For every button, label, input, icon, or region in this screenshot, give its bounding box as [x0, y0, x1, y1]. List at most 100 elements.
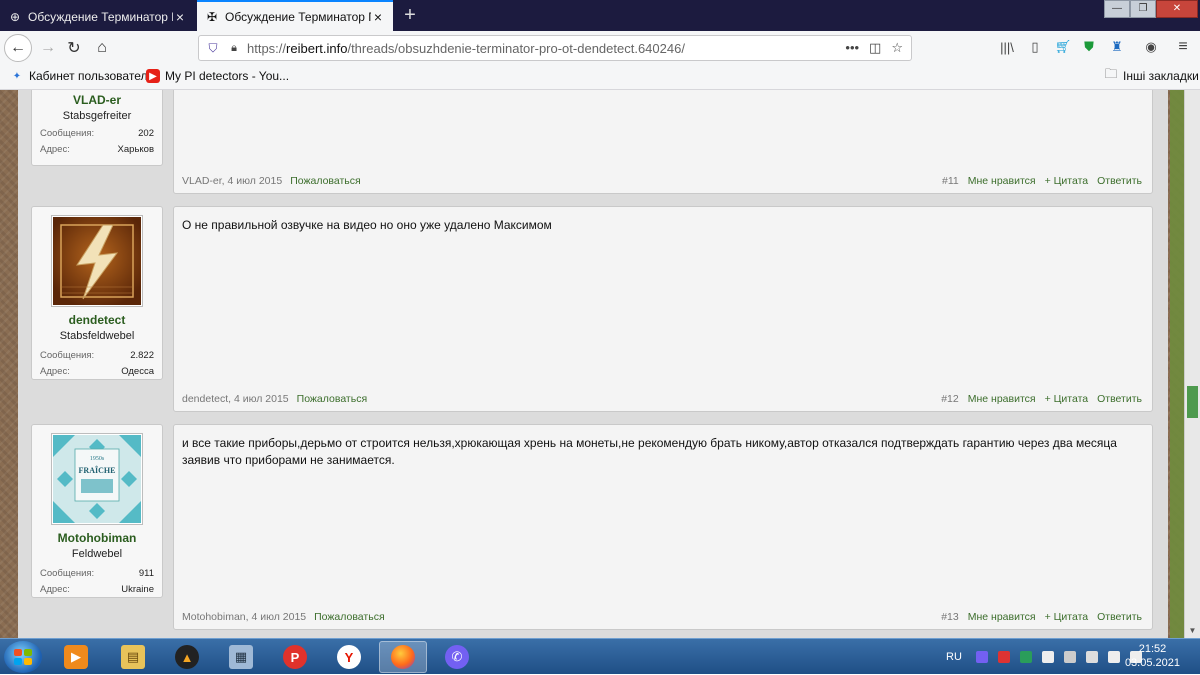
taskbar-explorer[interactable]: ▤	[109, 641, 157, 673]
bookmark-youtube[interactable]: ▶ My PI detectors - You...	[146, 69, 289, 83]
user-card: 1950s FRAÎCHE Motohobiman Feldwebel Сооб…	[31, 424, 163, 598]
user-rank: Stabsfeldwebel	[59, 330, 135, 342]
close-icon[interactable]: ×	[173, 9, 187, 25]
extension-icon[interactable]: ♜	[1106, 36, 1128, 58]
home-button[interactable]: ⌂	[90, 36, 114, 60]
yandex-browser-icon: Y	[337, 645, 361, 669]
bookmarks-bar: ✦ Кабинет пользователя ▶ My PI detectors…	[0, 64, 1200, 90]
adblock-shield-icon[interactable]: ⛊	[1078, 36, 1100, 58]
tab-title: Обсуждение Терминатор ПРО	[225, 9, 371, 24]
reload-button[interactable]: ↻	[62, 36, 86, 60]
sidebar-icon[interactable]: ▯	[1024, 36, 1046, 58]
back-button[interactable]: ←	[4, 34, 32, 62]
viber-icon: ✆	[445, 645, 469, 669]
page-scrollbar[interactable]: ▼	[1184, 90, 1200, 638]
quote-link[interactable]: + Цитата	[1045, 175, 1089, 187]
library-icon[interactable]: |||\	[996, 36, 1018, 58]
lightning-avatar-image	[53, 217, 141, 305]
bookmark-label: Інші закладки	[1123, 69, 1199, 83]
fraiche-avatar-image: 1950s FRAÎCHE	[53, 435, 141, 523]
taskbar-psiphon[interactable]: P	[271, 641, 319, 673]
scroll-down-arrow[interactable]: ▼	[1185, 624, 1200, 638]
youtube-icon: ▶	[146, 69, 160, 83]
site-cross-icon: ✠	[206, 9, 218, 24]
taskbar: ▶ ▤ ▲ ▦ P Y ✆ RU 21:52 03.05.2021	[0, 638, 1200, 674]
taskbar-media-player[interactable]: ▶	[52, 641, 100, 673]
thread-content: VLAD-er Stabsgefreiter Сообщения: 202 Ад…	[18, 90, 1168, 638]
battery-icon[interactable]	[1085, 651, 1098, 663]
scrollbar-thumb[interactable]	[1187, 386, 1198, 418]
taskbar-firefox[interactable]	[379, 641, 427, 673]
taskbar-viber[interactable]: ✆	[433, 641, 481, 673]
close-icon[interactable]: ×	[371, 9, 385, 25]
start-button[interactable]	[4, 641, 42, 673]
tracking-shield-icon[interactable]: ⛉	[205, 41, 221, 56]
tab-2[interactable]: ✠ Обсуждение Терминатор ПРО ×	[197, 0, 393, 31]
network-icon[interactable]	[1107, 651, 1120, 663]
other-bookmarks[interactable]: 🗀︎ Інші закладки	[1104, 66, 1199, 83]
username[interactable]: dendetect	[32, 313, 162, 327]
bookmark-star-icon[interactable]: ☆	[891, 40, 903, 56]
reply-link[interactable]: Ответить	[1097, 393, 1142, 405]
post-meta[interactable]: Motohobiman, 4 июл 2015	[182, 611, 306, 623]
message-footer: VLAD-er, 4 июл 2015 Пожаловаться #11 Мне…	[182, 175, 1142, 187]
new-tab-button[interactable]: +	[399, 4, 421, 26]
avatar[interactable]: 1950s FRAÎCHE	[51, 433, 143, 525]
reply-link[interactable]: Ответить	[1097, 611, 1142, 623]
maximize-button[interactable]: ❐	[1130, 0, 1156, 18]
tray-app-icon[interactable]	[997, 651, 1010, 663]
tray-device-icon[interactable]	[1063, 651, 1076, 663]
avatar-text-top: 1950s	[90, 456, 105, 462]
cart-icon[interactable]: 🛒︎	[1052, 36, 1074, 58]
globe-icon: ⊕	[9, 9, 21, 24]
like-link[interactable]: Мне нравится	[968, 175, 1036, 187]
taskbar-aimp[interactable]: ▲	[163, 641, 211, 673]
report-link[interactable]: Пожаловаться	[297, 393, 368, 405]
avatar[interactable]	[51, 215, 143, 307]
page-edge-decoration	[1170, 90, 1184, 638]
lock-icon[interactable]: 🔒︎	[227, 42, 241, 55]
bookmark-cabinet[interactable]: ✦ Кабинет пользователя	[10, 69, 154, 83]
minimize-button[interactable]: —	[1104, 0, 1130, 18]
forward-button[interactable]: →	[36, 36, 60, 60]
post-meta[interactable]: VLAD-er, 4 июл 2015	[182, 175, 282, 187]
post-number[interactable]: #11	[942, 175, 959, 187]
account-icon[interactable]: ◉	[1140, 36, 1162, 58]
tab-1[interactable]: ⊕ Обсуждение Терминатор ПРО ×	[0, 2, 195, 31]
page-actions-icon[interactable]: •••	[845, 40, 859, 56]
post-number[interactable]: #12	[941, 393, 959, 405]
tab-title: Обсуждение Терминатор ПРО	[28, 9, 173, 24]
like-link[interactable]: Мне нравится	[968, 393, 1036, 405]
menu-icon[interactable]: ≡	[1172, 36, 1194, 58]
url-text[interactable]: https://reibert.info/threads/obsuzhdenie…	[247, 41, 685, 56]
viber-tray-icon[interactable]	[975, 651, 988, 663]
window-close-button[interactable]: ✕	[1156, 0, 1198, 18]
reply-link[interactable]: Ответить	[1097, 175, 1142, 187]
report-link[interactable]: Пожаловаться	[314, 611, 385, 623]
taskbar-yandex[interactable]: Y	[325, 641, 373, 673]
messages-stat: Сообщения: 911	[40, 568, 154, 579]
report-link[interactable]: Пожаловаться	[290, 175, 361, 187]
username[interactable]: VLAD-er	[32, 93, 162, 107]
post-number[interactable]: #13	[941, 611, 959, 623]
bookmark-label: Кабинет пользователя	[29, 69, 154, 83]
tab-strip: ⊕ Обсуждение Терминатор ПРО × ✠ Обсужден…	[0, 0, 1200, 31]
message-text: О не правильной озвучке на видео но оно …	[182, 218, 552, 232]
pocket-icon[interactable]: ◫	[869, 40, 881, 56]
language-indicator[interactable]: RU	[946, 651, 962, 663]
clock[interactable]: 21:52 03.05.2021	[1125, 642, 1180, 670]
url-bar[interactable]: ⛉ 🔒︎ https://reibert.info/threads/obsuzh…	[198, 35, 912, 61]
tray-flag-icon[interactable]	[1041, 651, 1054, 663]
calculator-icon: ▦	[229, 645, 253, 669]
taskbar-calculator[interactable]: ▦	[217, 641, 265, 673]
post-meta[interactable]: dendetect, 4 июл 2015	[182, 393, 289, 405]
quote-link[interactable]: + Цитата	[1045, 393, 1089, 405]
like-link[interactable]: Мне нравится	[968, 611, 1036, 623]
windows-logo-icon	[14, 649, 32, 665]
aimp-icon: ▲	[175, 645, 199, 669]
tray-g-icon[interactable]	[1019, 651, 1032, 663]
username[interactable]: Motohobiman	[32, 531, 162, 545]
user-rank: Feldwebel	[71, 548, 123, 560]
psiphon-icon: P	[283, 645, 307, 669]
quote-link[interactable]: + Цитата	[1045, 611, 1089, 623]
